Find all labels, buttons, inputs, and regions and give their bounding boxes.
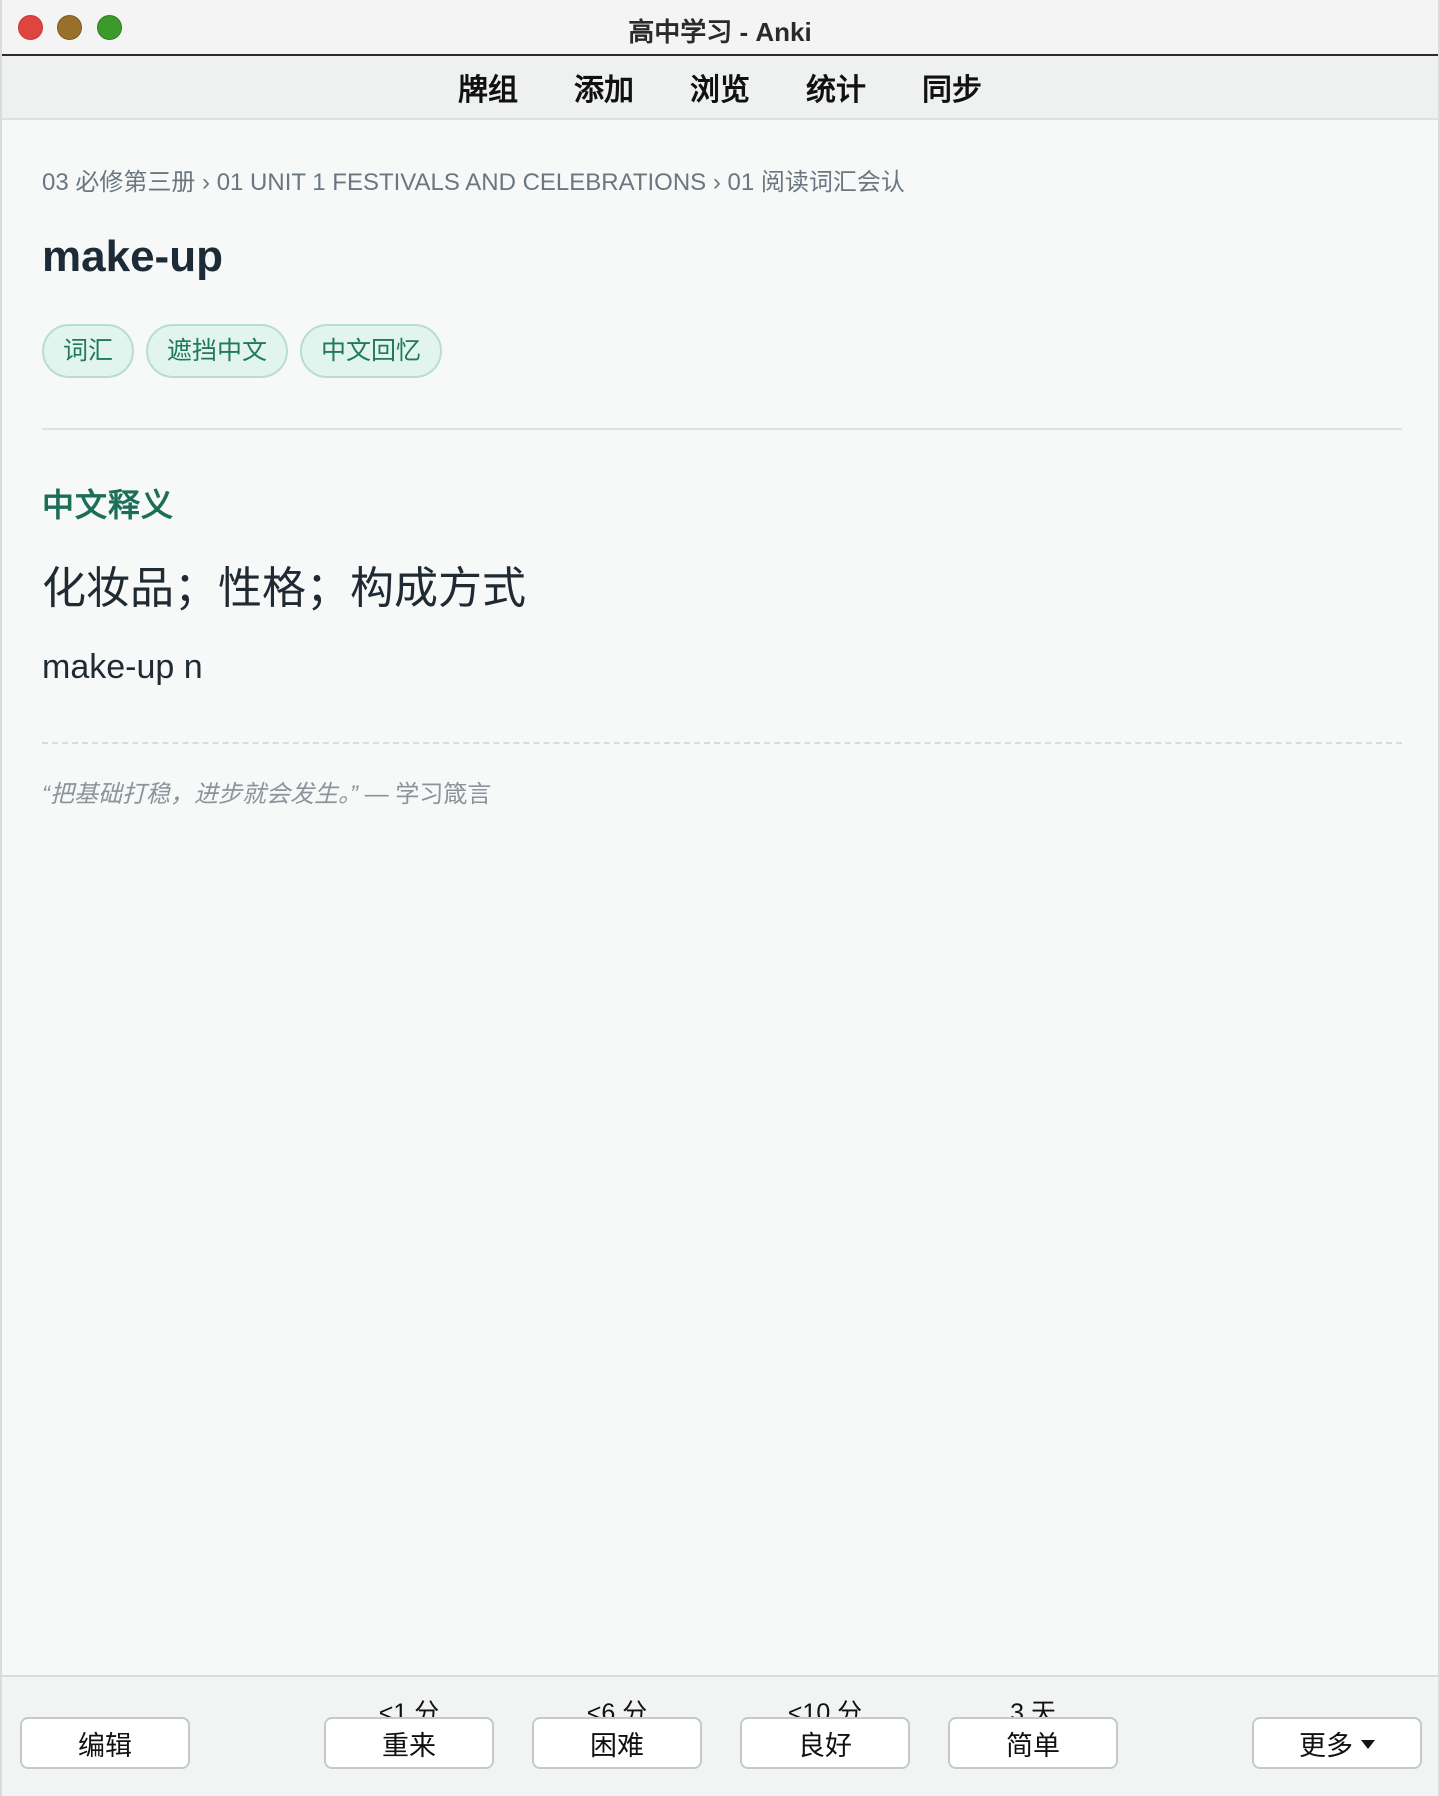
quote-source: — 学习箴言 [364,781,492,808]
tag-hide-chinese: 遮挡中文 [146,324,289,378]
section-divider [42,428,1402,430]
more-button[interactable]: 更多 [1252,1717,1422,1769]
tag-vocabulary: 词汇 [42,324,135,378]
good-button[interactable]: 良好 [740,1717,910,1769]
top-nav: 牌组 添加 浏览 统计 同步 [2,56,1438,120]
dashed-divider [42,742,1402,744]
caret-down-icon [1361,1740,1375,1749]
nav-add[interactable]: 添加 [574,65,634,109]
motto-quote: “把基础打稳，进步就会发生。” — 学习箴言 [42,774,491,809]
nav-decks[interactable]: 牌组 [458,65,518,109]
tag-chinese-recall: 中文回忆 [300,324,443,378]
nav-sync[interactable]: 同步 [922,65,982,109]
card-word: make-up [42,232,223,281]
window-title: 高中学习 - Anki [628,17,812,47]
anki-window: 高中学习 - Anki 牌组 添加 浏览 统计 同步 03 必修第三册 › 01… [0,0,1440,1796]
good-button-label: 良好 [798,1730,852,1761]
tag-list: 词汇 遮挡中文 中文回忆 [42,324,443,378]
hard-button-label: 困难 [590,1730,644,1761]
nav-browse[interactable]: 浏览 [690,65,750,109]
again-button[interactable]: 重来 [324,1717,494,1769]
again-button-label: 重来 [382,1730,436,1761]
easy-button-label: 简单 [1006,1730,1060,1761]
word-part-of-speech: make-up n [42,648,203,686]
more-button-label: 更多 [1299,1730,1353,1761]
hard-button[interactable]: 困难 [532,1717,702,1769]
edit-button-label: 编辑 [78,1730,132,1761]
quote-text: “把基础打稳，进步就会发生。” [42,781,358,808]
deck-breadcrumb: 03 必修第三册 › 01 UNIT 1 FESTIVALS AND CELEB… [42,169,905,196]
easy-button[interactable]: 简单 [948,1717,1118,1769]
title-bar: 高中学习 - Anki [2,0,1438,56]
review-bottom-bar: 编辑 <1 分 重来 <6 分 困难 <10 分 良好 3 天 简单 更多 [2,1675,1438,1796]
meaning-section-title: 中文释义 [42,487,175,523]
edit-button[interactable]: 编辑 [20,1717,190,1769]
nav-stats[interactable]: 统计 [806,65,866,109]
chinese-meaning: 化妆品；性格；构成方式 [42,564,526,613]
